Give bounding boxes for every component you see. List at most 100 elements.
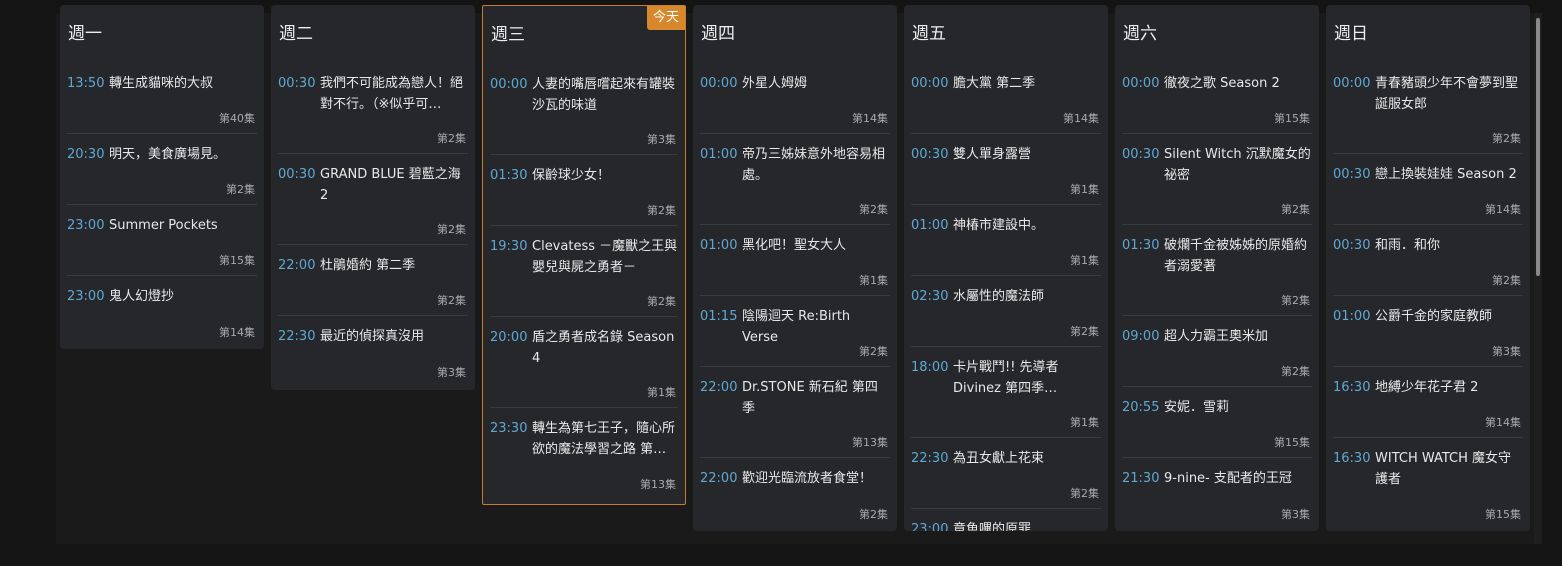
anime-title-link[interactable]: Summer Pockets — [109, 215, 218, 236]
anime-title-link[interactable]: 卡片戰鬥!! 先導者 Divinez 第四季… — [953, 357, 1101, 399]
episode-number: 第14集 — [1063, 112, 1099, 125]
anime-title-link[interactable]: 戀上換裝娃娃 Season 2 — [1375, 164, 1517, 185]
anime-title-link[interactable]: 盾之勇者成名錄 Season 4 — [532, 327, 678, 369]
schedule-entry[interactable]: 00:00 人妻的嘴唇嚐起來有罐裝沙瓦的味道 第3集 — [490, 64, 678, 155]
schedule-entry[interactable]: 01:00 神椿市建設中。 第1集 — [911, 205, 1101, 276]
air-time: 22:00 — [700, 471, 738, 486]
anime-title-link[interactable]: 水屬性的魔法師 — [953, 286, 1044, 307]
anime-title-link[interactable]: 安妮．雪莉 — [1164, 397, 1229, 418]
air-time: 23:30 — [490, 421, 528, 436]
anime-title-link[interactable]: 為丑女獻上花束 — [953, 448, 1044, 469]
air-time: 01:15 — [700, 309, 738, 324]
schedule-entry[interactable]: 02:30 水屬性的魔法師 第2集 — [911, 276, 1101, 347]
schedule-entry[interactable]: 23:30 轉生為第七王子，隨心所欲的魔法學習之路 第… 第13集 — [490, 408, 678, 499]
schedule-entry[interactable]: 00:30 戀上換裝娃娃 Season 2 第14集 — [1333, 154, 1523, 225]
anime-title-link[interactable]: Clevatess －魔獸之王與嬰兒與屍之勇者－ — [532, 236, 678, 278]
schedule-entry[interactable]: 01:30 破爛千金被姊姊的原婚約者溺愛著 第2集 — [1122, 225, 1312, 316]
air-time: 22:30 — [278, 329, 316, 344]
anime-title-link[interactable]: 帝乃三姊妹意外地容易相處。 — [742, 144, 890, 186]
anime-title-link[interactable]: 膽大黨 第二季 — [953, 73, 1035, 94]
anime-title-link[interactable]: 9-nine- 支配者的王冠 — [1164, 468, 1292, 489]
scrollbar-thumb[interactable] — [1536, 18, 1540, 276]
schedule-entry[interactable]: 23:00 鬼人幻燈抄 第14集 — [67, 276, 257, 347]
episode-number: 第2集 — [859, 203, 888, 216]
schedule-entry[interactable]: 18:00 卡片戰鬥!! 先導者 Divinez 第四季… 第1集 — [911, 347, 1101, 438]
air-time: 21:30 — [1122, 471, 1160, 486]
air-time: 00:00 — [700, 76, 738, 91]
schedule-entry[interactable]: 01:00 黑化吧！聖女大人 第1集 — [700, 225, 890, 296]
anime-title-link[interactable]: 陰陽迴天 Re:Birth Verse — [742, 306, 890, 348]
anime-title-link[interactable]: 地縛少年花子君 2 — [1375, 377, 1478, 398]
schedule-entry[interactable]: 22:30 為丑女獻上花束 第2集 — [911, 438, 1101, 509]
anime-title-link[interactable]: 人妻的嘴唇嚐起來有罐裝沙瓦的味道 — [532, 74, 678, 116]
day-title: 週日 — [1334, 24, 1368, 44]
day-column: 週一 13:50 轉生成貓咪的大叔 第40集 20:30 明天，美食廣場見。 第2集 23:0… — [60, 5, 264, 349]
schedule-entry[interactable]: 00:30 GRAND BLUE 碧藍之海 2 第2集 — [278, 154, 468, 245]
anime-title-link[interactable]: 章魚嗶的原罪 — [953, 519, 1031, 531]
schedule-entry[interactable]: 21:30 9-nine- 支配者的王冠 第3集 — [1122, 458, 1312, 529]
air-time: 01:30 — [1122, 238, 1160, 253]
anime-title-link[interactable]: 杜鵑婚約 第二季 — [320, 255, 415, 276]
schedule-entry[interactable]: 00:00 青春豬頭少年不會夢到聖誕服女郎 第2集 — [1333, 63, 1523, 154]
air-time: 00:00 — [911, 76, 949, 91]
air-time: 00:30 — [1333, 167, 1371, 182]
schedule-entry[interactable]: 01:30 保齡球少女！ 第2集 — [490, 155, 678, 226]
schedule-entry[interactable]: 00:00 徹夜之歌 Season 2 第15集 — [1122, 63, 1312, 134]
day-title: 週四 — [701, 24, 735, 44]
schedule-entry[interactable]: 20:55 安妮．雪莉 第15集 — [1122, 387, 1312, 458]
schedule-entry[interactable]: 01:00 公爵千金的家庭教師 第3集 — [1333, 296, 1523, 367]
anime-title-link[interactable]: Silent Witch 沉默魔女的祕密 — [1164, 144, 1312, 186]
anime-title-link[interactable]: 神椿市建設中。 — [953, 215, 1044, 236]
schedule-entry[interactable]: 00:00 膽大黨 第二季第14集 — [911, 63, 1101, 134]
schedule-entry[interactable]: 22:30 最近的偵探真沒用 第3集 — [278, 316, 468, 387]
anime-title-link[interactable]: 我們不可能成為戀人！絕對不行。（※似乎可… — [320, 73, 468, 115]
anime-title-link[interactable]: 保齡球少女！ — [532, 165, 610, 186]
schedule-entry[interactable]: 00:30 雙人單身露營 第1集 — [911, 134, 1101, 205]
schedule-entry[interactable]: 16:30 WITCH WATCH 魔女守護者 第15集 — [1333, 438, 1523, 529]
anime-title-link[interactable]: GRAND BLUE 碧藍之海 2 — [320, 164, 468, 206]
schedule-entry[interactable]: 16:30 地縛少年花子君 2 第14集 — [1333, 367, 1523, 438]
schedule-entry[interactable]: 09:00 超人力霸王奧米加 第2集 — [1122, 316, 1312, 387]
schedule-entry[interactable]: 00:30 Silent Witch 沉默魔女的祕密 第2集 — [1122, 134, 1312, 225]
episode-number: 第40集 — [219, 112, 255, 125]
episode-number: 第14集 — [1485, 416, 1521, 429]
schedule-entry[interactable]: 22:00 歡迎光臨流放者食堂！ 第2集 — [700, 458, 890, 529]
schedule-entry[interactable]: 19:30 Clevatess －魔獸之王與嬰兒與屍之勇者－ 第2集 — [490, 226, 678, 317]
anime-title-link[interactable]: 黑化吧！聖女大人 — [742, 235, 846, 256]
anime-title-link[interactable]: 外星人姆姆 — [742, 73, 807, 94]
today-badge: 今天 — [647, 6, 685, 30]
anime-title-link[interactable]: 徹夜之歌 Season 2 — [1164, 73, 1280, 94]
schedule-entry[interactable]: 01:00 帝乃三姊妹意外地容易相處。 第2集 — [700, 134, 890, 225]
anime-title-link[interactable]: 明天，美食廣場見。 — [109, 144, 226, 165]
anime-title-link[interactable]: 轉生為第七王子，隨心所欲的魔法學習之路 第… — [532, 418, 678, 460]
schedule-entry[interactable]: 00:30 和雨．和你 第2集 — [1333, 225, 1523, 296]
anime-title-link[interactable]: 超人力霸王奧米加 — [1164, 326, 1268, 347]
anime-title-link[interactable]: 青春豬頭少年不會夢到聖誕服女郎 — [1375, 73, 1523, 115]
episode-number: 第15集 — [1274, 112, 1310, 125]
anime-title-link[interactable]: 歡迎光臨流放者食堂！ — [742, 468, 872, 489]
anime-title-link[interactable]: WITCH WATCH 魔女守護者 — [1375, 448, 1523, 490]
anime-title-link[interactable]: 和雨．和你 — [1375, 235, 1440, 256]
air-time: 01:00 — [1333, 309, 1371, 324]
schedule-entry[interactable]: 22:00 杜鵑婚約 第二季 第2集 — [278, 245, 468, 316]
schedule-entry[interactable]: 20:30 明天，美食廣場見。 第2集 — [67, 134, 257, 205]
anime-title-link[interactable]: 轉生成貓咪的大叔 — [109, 73, 213, 94]
schedule-entry[interactable]: 22:00 Dr.STONE 新石紀 第四季 第13集 — [700, 367, 890, 458]
episode-number: 第2集 — [647, 295, 676, 308]
schedule-entry[interactable]: 13:50 轉生成貓咪的大叔 第40集 — [67, 63, 257, 134]
schedule-entry[interactable]: 23:00 章魚嗶的原罪 — [911, 509, 1101, 531]
anime-title-link[interactable]: 公爵千金的家庭教師 — [1375, 306, 1492, 327]
anime-title-link[interactable]: Dr.STONE 新石紀 第四季 — [742, 377, 890, 419]
schedule-entry[interactable]: 00:00 外星人姆姆 第14集 — [700, 63, 890, 134]
anime-title-link[interactable]: 雙人單身露營 — [953, 144, 1031, 165]
anime-title-link[interactable]: 最近的偵探真沒用 — [320, 326, 424, 347]
anime-title-link[interactable]: 鬼人幻燈抄 — [109, 286, 174, 307]
schedule-entry[interactable]: 23:00 Summer Pockets 第15集 — [67, 205, 257, 276]
schedule-entry[interactable]: 01:15 陰陽迴天 Re:Birth Verse 第2集 — [700, 296, 890, 367]
air-time: 00:30 — [911, 147, 949, 162]
day-column: 週二 00:30 我們不可能成為戀人！絕對不行。（※似乎可… 第2集 00:30 GRAN… — [271, 5, 475, 390]
anime-title-link[interactable]: 破爛千金被姊姊的原婚約者溺愛著 — [1164, 235, 1312, 277]
schedule-entry[interactable]: 00:30 我們不可能成為戀人！絕對不行。（※似乎可… 第2集 — [278, 63, 468, 154]
air-time: 23:00 — [67, 218, 105, 233]
schedule-entry[interactable]: 20:00 盾之勇者成名錄 Season 4 第1集 — [490, 317, 678, 408]
